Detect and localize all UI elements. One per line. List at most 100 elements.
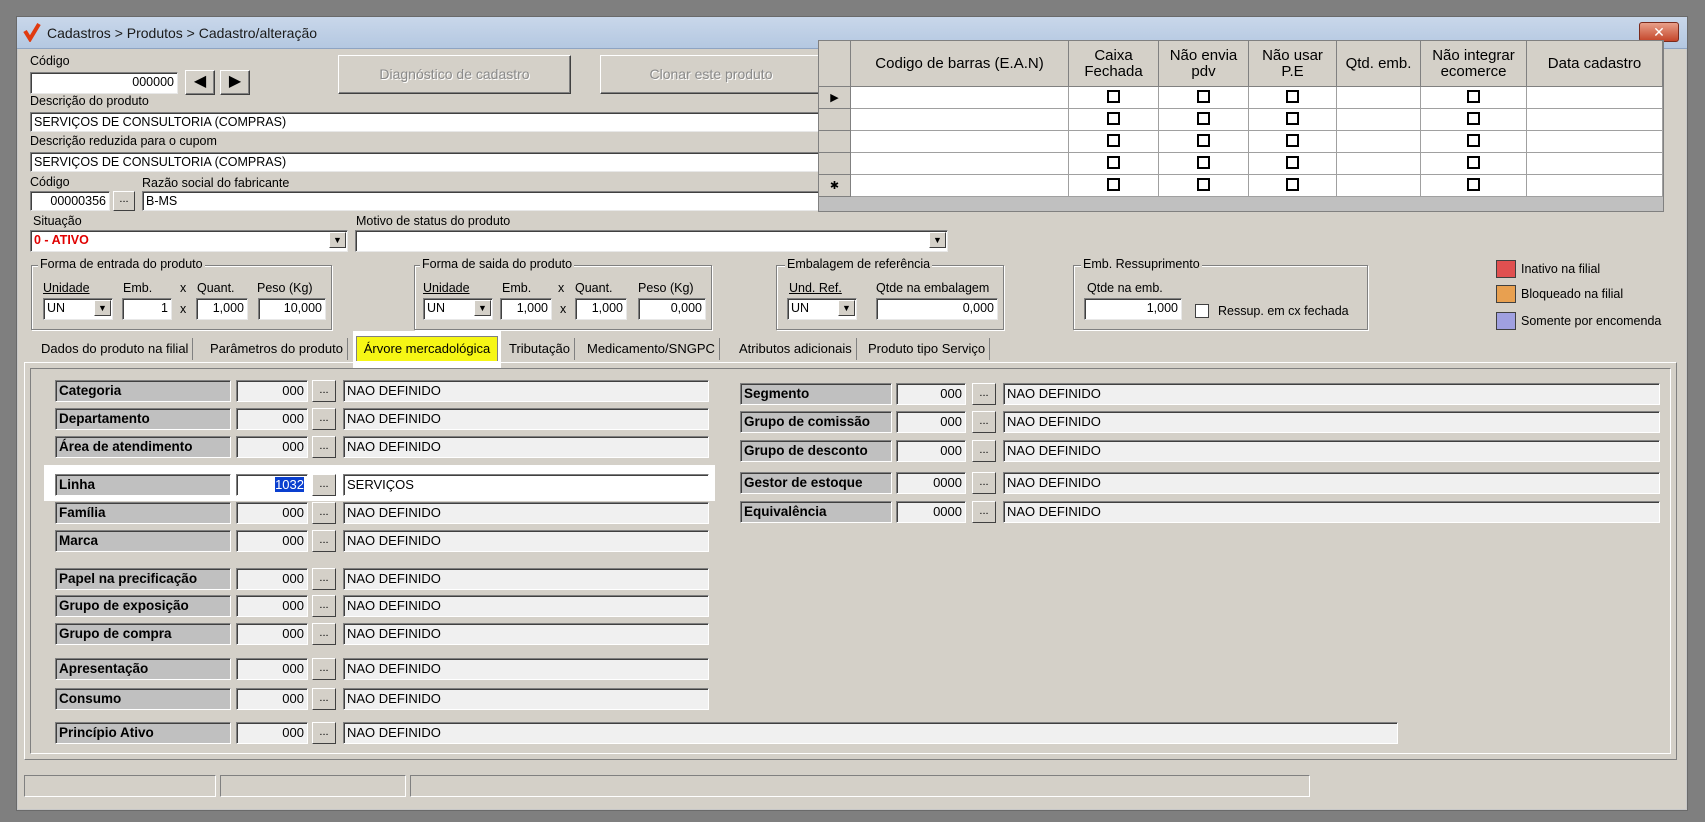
grid-checkbox[interactable] — [1467, 134, 1480, 147]
tab-arvore-mercadologica[interactable]: Árvore mercadológica — [356, 336, 498, 361]
grid-cell[interactable] — [1069, 87, 1159, 109]
tree-row-lookup-button[interactable]: ... — [312, 568, 336, 590]
tree-row-code[interactable]: 000 — [236, 623, 308, 645]
tree-row-code[interactable]: 000 — [236, 595, 308, 617]
grid-cell[interactable] — [1249, 175, 1337, 197]
grid-header[interactable]: Codigo de barras (E.A.N) — [851, 41, 1069, 87]
grid-checkbox[interactable] — [1107, 90, 1120, 103]
prev-record-button[interactable]: ◀ — [185, 70, 215, 95]
tree-row-code[interactable]: 0000 — [896, 472, 966, 494]
tree-row-lookup-button[interactable]: ... — [972, 411, 996, 433]
grid-cell[interactable] — [1159, 131, 1249, 153]
grid-checkbox[interactable] — [1197, 178, 1210, 191]
grid-cell[interactable] — [851, 131, 1069, 153]
tree-row-code[interactable]: 000 — [236, 688, 308, 710]
descricao-input[interactable]: SERVIÇOS DE CONSULTORIA (COMPRAS) — [30, 112, 827, 132]
grid-cell[interactable] — [1421, 87, 1527, 109]
entrada-peso-input[interactable]: 10,000 — [258, 298, 326, 320]
grid-checkbox[interactable] — [1467, 112, 1480, 125]
grid-cell[interactable] — [1337, 175, 1421, 197]
grid-row-indicator[interactable]: ✱ — [819, 175, 851, 197]
grid-cell[interactable] — [1421, 131, 1527, 153]
grid-checkbox[interactable] — [1197, 112, 1210, 125]
grid-checkbox[interactable] — [1286, 178, 1299, 191]
grid-cell[interactable] — [1421, 109, 1527, 131]
tree-row-lookup-button[interactable]: ... — [312, 408, 336, 430]
grid-row-indicator[interactable] — [819, 153, 851, 175]
grid-checkbox[interactable] — [1286, 134, 1299, 147]
diagnostico-button[interactable]: Diagnóstico de cadastro — [338, 55, 571, 94]
saida-emb-input[interactable]: 1,000 — [500, 298, 552, 320]
grid-checkbox[interactable] — [1107, 134, 1120, 147]
tree-row-lookup-button[interactable]: ... — [312, 658, 336, 680]
entrada-unidade-select[interactable]: UN ▼ — [43, 298, 113, 320]
grid-checkbox[interactable] — [1107, 178, 1120, 191]
grid-header[interactable]: Qtd. emb. — [1337, 41, 1421, 87]
tree-row-lookup-button[interactable]: ... — [312, 595, 336, 617]
tree-row-description[interactable]: NAO DEFINIDO — [343, 380, 709, 402]
grid-cell[interactable] — [1527, 87, 1663, 109]
entrada-emb-input[interactable]: 1 — [122, 298, 172, 320]
ressup-qtde-input[interactable]: 1,000 — [1084, 298, 1182, 320]
descricao-reduzida-input[interactable]: SERVIÇOS DE CONSULTORIA (COMPRAS) — [30, 152, 827, 172]
tab-parametros[interactable]: Parâmetros do produto — [206, 338, 348, 360]
grid-cell[interactable] — [1159, 153, 1249, 175]
grid-checkbox[interactable] — [1107, 112, 1120, 125]
tree-row-code[interactable]: 000 — [236, 436, 308, 458]
grid-checkbox[interactable] — [1467, 90, 1480, 103]
grid-cell[interactable] — [1069, 175, 1159, 197]
tree-row-lookup-button[interactable]: ... — [972, 472, 996, 494]
ean-grid[interactable]: Codigo de barras (E.A.N) Caixa Fechada Não… — [818, 40, 1664, 212]
chevron-down-icon[interactable]: ▼ — [474, 300, 491, 316]
tree-row-description[interactable]: NAO DEFINIDO — [343, 502, 709, 524]
grid-checkbox[interactable] — [1467, 156, 1480, 169]
tree-row-description[interactable]: NAO DEFINIDO — [343, 408, 709, 430]
grid-cell[interactable] — [1337, 109, 1421, 131]
embalagem-und-select[interactable]: UN ▼ — [787, 298, 857, 320]
grid-checkbox[interactable] — [1286, 90, 1299, 103]
grid-row-indicator[interactable] — [819, 109, 851, 131]
grid-checkbox[interactable] — [1286, 112, 1299, 125]
tree-row-lookup-button[interactable]: ... — [972, 383, 996, 405]
grid-checkbox[interactable] — [1197, 156, 1210, 169]
tree-row-description[interactable]: NAO DEFINIDO — [1003, 411, 1660, 433]
tree-row-description[interactable]: NAO DEFINIDO — [343, 658, 709, 680]
grid-header[interactable]: Data cadastro — [1527, 41, 1663, 87]
tree-row-description[interactable]: NAO DEFINIDO — [343, 436, 709, 458]
ressup-checkbox[interactable] — [1195, 304, 1209, 318]
tree-row-code[interactable]: 000 — [236, 502, 308, 524]
next-record-button[interactable]: ▶ — [220, 70, 250, 95]
grid-cell[interactable] — [851, 153, 1069, 175]
clonar-button[interactable]: Clonar este produto — [600, 55, 822, 94]
grid-row-indicator[interactable]: ▶ — [819, 87, 851, 109]
grid-cell[interactable] — [1527, 109, 1663, 131]
tree-row-description[interactable]: NAO DEFINIDO — [1003, 472, 1660, 494]
saida-quant-input[interactable]: 1,000 — [575, 298, 627, 320]
tree-row-lookup-button[interactable]: ... — [312, 436, 336, 458]
tree-row-lookup-button[interactable]: ... — [972, 501, 996, 523]
grid-cell[interactable] — [1337, 131, 1421, 153]
grid-cell[interactable] — [1249, 153, 1337, 175]
saida-peso-input[interactable]: 0,000 — [638, 298, 706, 320]
grid-header[interactable]: Não integrar ecomerce — [1421, 41, 1527, 87]
tree-row-code[interactable]: 000 — [236, 380, 308, 402]
tree-row-code[interactable]: 000 — [236, 408, 308, 430]
grid-cell[interactable] — [851, 109, 1069, 131]
tab-produto-servico[interactable]: Produto tipo Serviço — [864, 338, 991, 360]
tree-row-description[interactable]: NAO DEFINIDO — [343, 623, 709, 645]
chevron-down-icon[interactable]: ▼ — [94, 300, 111, 316]
tree-row-lookup-button[interactable]: ... — [312, 530, 336, 552]
grid-checkbox[interactable] — [1467, 178, 1480, 191]
grid-checkbox[interactable] — [1197, 90, 1210, 103]
situacao-select[interactable]: 0 - ATIVO ▼ — [30, 230, 348, 252]
tree-row-lookup-button[interactable]: ... — [312, 623, 336, 645]
grid-cell[interactable] — [851, 87, 1069, 109]
fabricante-nome-input[interactable]: B-MS — [142, 191, 825, 211]
tree-row-lookup-button[interactable]: ... — [972, 440, 996, 462]
chevron-down-icon[interactable]: ▼ — [929, 232, 946, 248]
tree-row-description[interactable]: NAO DEFINIDO — [1003, 383, 1660, 405]
tab-tributacao[interactable]: Tributação — [505, 338, 575, 360]
tree-row-lookup-button[interactable]: ... — [312, 502, 336, 524]
grid-cell[interactable] — [1421, 153, 1527, 175]
tab-atributos[interactable]: Atributos adicionais — [735, 338, 857, 360]
